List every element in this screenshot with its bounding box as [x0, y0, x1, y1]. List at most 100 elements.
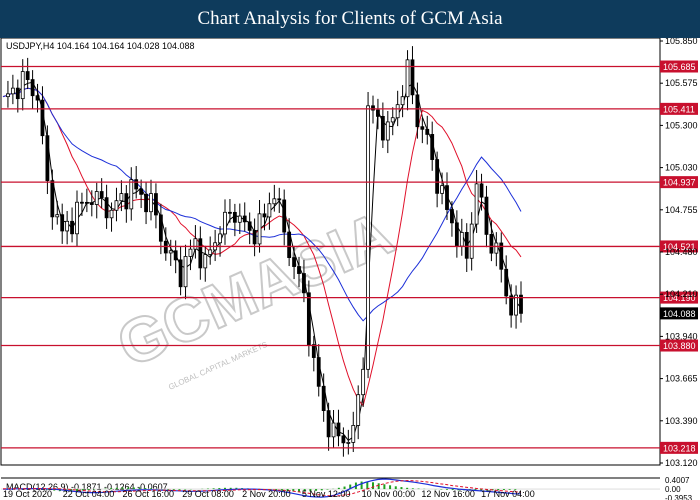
candle-body: [395, 104, 400, 119]
candle-body: [6, 93, 10, 98]
candle-body: [247, 221, 252, 231]
candle-body: [50, 180, 55, 218]
price-axis-tick-label: 103.390: [665, 416, 698, 426]
candle-body: [124, 193, 129, 210]
price-axis-tick-label: 104.755: [665, 205, 698, 215]
candle-body: [20, 71, 25, 100]
current-price-label: 104.088: [663, 309, 696, 319]
chart-area: USDJPY,H4 104.164 104.164 104.028 104.08…: [0, 38, 698, 500]
price-axis-tick-label: 105.575: [665, 78, 698, 88]
candle-body: [70, 220, 74, 235]
candle-body: [400, 96, 405, 106]
candle-body: [237, 215, 242, 223]
level-price-label: 105.411: [663, 104, 695, 114]
candle-body: [341, 435, 346, 444]
candle-body: [223, 211, 227, 235]
candle-body: [203, 254, 208, 269]
candle-body: [277, 198, 282, 201]
candle-body: [129, 179, 134, 210]
candle-body: [163, 240, 168, 254]
x-axis: 19 Oct 2020 22 Oct 04:00 26 Oct 16:00 29 Oc…: [3, 489, 535, 499]
candle-body: [60, 214, 65, 232]
x-axis-tick-label: 17 Nov 04:00: [481, 489, 535, 499]
price-axis-tick-label: 105.300: [665, 120, 698, 130]
level-price-label: 105.685: [663, 62, 696, 72]
candle-body: [75, 201, 79, 235]
candle-body: [509, 295, 514, 316]
candle-body: [94, 191, 99, 205]
candle-body: [65, 220, 70, 232]
candle-body: [272, 198, 277, 205]
candle-body: [40, 99, 45, 137]
candle-body: [316, 357, 321, 387]
level-price-label: 103.218: [663, 443, 696, 453]
price-axis-tick-label: 103.665: [665, 374, 698, 384]
candle-body: [474, 183, 479, 225]
candle-body: [168, 250, 173, 254]
candle-body: [114, 200, 119, 211]
candle-body: [390, 117, 395, 123]
candle-body: [35, 95, 40, 101]
price-axis-tick-label: 103.940: [665, 331, 698, 341]
symbol-info-label: USDJPY,H4 104.164 104.164 104.028 104.08…: [6, 41, 195, 51]
candle-body: [356, 394, 361, 426]
candle-body: [282, 199, 287, 233]
candle-body: [45, 135, 50, 182]
x-axis-tick-label: 22 Oct 04:00: [63, 489, 115, 499]
candle-body: [346, 441, 351, 444]
candle-body: [479, 183, 484, 198]
candle-body: [405, 59, 410, 98]
macd-axis-tick-label: -0.3953: [665, 494, 693, 500]
candle-body: [109, 209, 114, 219]
candle-body: [331, 422, 336, 438]
candle-body: [208, 249, 213, 255]
candle-body: [450, 209, 454, 224]
candle-body: [158, 214, 163, 242]
candle-body: [385, 121, 390, 141]
candle-body: [489, 234, 494, 254]
x-axis-tick-label: 2 Nov 20:00: [242, 489, 291, 499]
candle-body: [469, 223, 474, 259]
candle-body: [232, 211, 237, 223]
candle-body: [376, 109, 380, 117]
candle-body: [302, 273, 306, 294]
candle-body: [262, 213, 267, 218]
candle-body: [321, 385, 326, 412]
candle-body: [292, 257, 296, 267]
x-axis-tick-label: 26 Oct 16:00: [123, 489, 175, 499]
level-price-label: 104.937: [663, 178, 696, 188]
candle-body: [198, 238, 203, 269]
candle-body: [183, 256, 188, 288]
candle-body: [178, 259, 183, 288]
candle-body: [459, 232, 464, 247]
candle-body: [119, 193, 124, 202]
candle-body: [193, 238, 198, 250]
candle-body: [188, 248, 193, 257]
candle-body: [218, 233, 222, 244]
candle-body: [504, 268, 509, 297]
x-axis-tick-label: 19 Oct 2020: [3, 489, 52, 499]
x-axis-tick-label: 5 Nov 12:00: [302, 489, 351, 499]
macd-axis-tick-label: 0.00: [665, 485, 681, 494]
candle-body: [287, 231, 292, 258]
candle-body: [440, 185, 444, 194]
price-axis-tick-label: 105.030: [665, 163, 698, 173]
x-axis-tick-label: 12 Nov 16:00: [421, 489, 475, 499]
x-axis-tick-label: 10 Nov 00:00: [362, 489, 416, 499]
candle-body: [144, 193, 148, 213]
candle-body: [30, 79, 35, 97]
price-axis-tick-label: 103.120: [665, 458, 698, 468]
candle-body: [15, 87, 20, 100]
price-axis-tick-label: 104.480: [665, 247, 698, 257]
candle-body: [464, 232, 469, 259]
candle-body: [415, 94, 420, 128]
candle-body: [84, 201, 89, 204]
level-price-label: 103.880: [663, 341, 696, 351]
candle-body: [173, 250, 178, 261]
candle-body: [336, 422, 341, 437]
candle-body: [420, 126, 425, 130]
candle-body: [10, 87, 15, 95]
candle-body: [484, 196, 489, 235]
candle-body: [25, 71, 30, 80]
candle-body: [306, 292, 311, 346]
